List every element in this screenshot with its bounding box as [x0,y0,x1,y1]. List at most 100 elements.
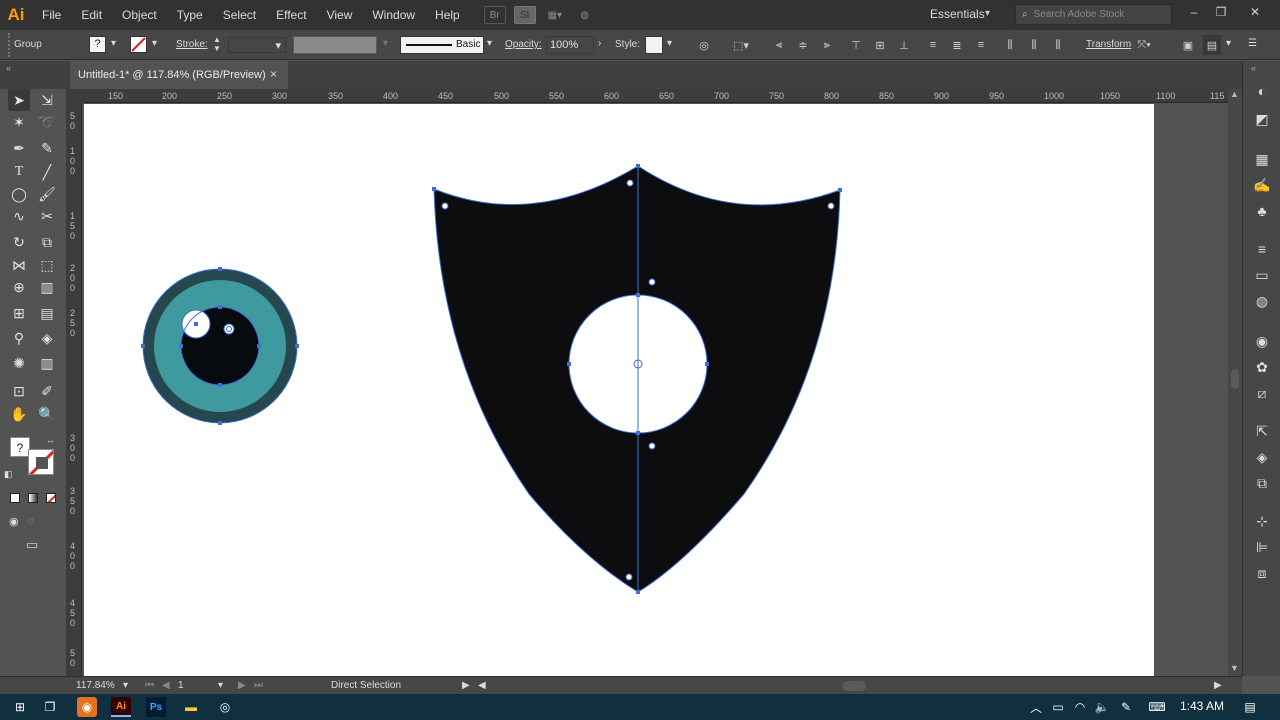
scissors-tool-icon[interactable]: ✂ [36,205,58,227]
chevron-down-icon[interactable]: ▾ [123,680,128,691]
color-panel-icon[interactable]: ◐ [1251,81,1273,101]
anchor-point[interactable] [705,362,709,366]
last-artboard-icon[interactable]: ⏭ [254,680,263,691]
anchor-point[interactable] [218,305,222,309]
pen-workspace-icon[interactable]: ✎ [1116,697,1136,717]
brush-definition[interactable]: Basic [400,36,484,54]
menu-edit[interactable]: Edit [71,0,112,30]
slice-tool-icon[interactable]: ✐ [36,380,58,402]
graphic-style-swatch[interactable] [645,36,663,54]
width-tool-icon[interactable]: ⋈ [8,254,30,276]
illustrator-taskbar-icon[interactable]: Ai [111,697,131,717]
status-menu-icon[interactable]: ▶ [462,680,470,691]
anchor-point[interactable] [567,362,571,366]
fill-swatch[interactable]: ? [89,36,106,53]
swatches-panel-icon[interactable]: ▦ [1251,149,1273,169]
align-bottom-icon[interactable]: ⊥ [896,38,912,52]
distribute-bottom-icon[interactable]: ≡ [973,38,989,52]
menu-object[interactable]: Object [112,0,167,30]
artboard[interactable] [84,104,1154,676]
close-icon[interactable]: × [270,67,277,81]
restore-icon[interactable]: ❐ [1211,5,1231,23]
color-guide-panel-icon[interactable]: ◩ [1251,109,1273,129]
anchor-point[interactable] [218,267,222,271]
stroke-swatch[interactable] [130,36,147,53]
graphic-styles-panel-icon[interactable]: ✿ [1251,357,1273,377]
minimize-icon[interactable]: – [1184,5,1204,23]
direct-selection-tool-icon[interactable]: ⇲ [36,89,58,111]
align-to-icon[interactable]: ⬚▾ [733,38,749,52]
default-colors-icon[interactable]: ◧ [4,469,13,480]
align-left-icon[interactable]: ⫷ [771,38,787,52]
scroll-left-icon[interactable]: ◀ [478,680,486,691]
menu-effect[interactable]: Effect [266,0,316,30]
chevron-right-icon[interactable]: › [598,38,601,49]
blend-tool-icon[interactable]: ◈ [36,327,58,349]
handle-point[interactable] [648,442,656,450]
firefox-icon[interactable]: ◉ [77,697,97,717]
stock-search-input[interactable]: ⌕ Search Adobe Stock [1015,4,1172,25]
scrollbar-thumb[interactable] [1231,369,1239,389]
anchor-point[interactable] [432,187,436,191]
zoom-tool-icon[interactable]: 🔍 [36,403,58,425]
expand-panels-icon[interactable]: « [1251,63,1256,73]
panel-menu-icon[interactable]: ▤ [1203,35,1221,55]
menu-type[interactable]: Type [167,0,213,30]
handle-point[interactable] [827,202,835,210]
gradient-tool-icon[interactable]: ▤ [36,302,58,324]
screen-mode-icon[interactable]: ▭ [26,537,38,553]
appearance-panel-icon[interactable]: ◉ [1251,331,1273,351]
export-panel-icon[interactable]: ⇱ [1251,421,1273,441]
curvature-tool-icon[interactable]: ✎ [36,137,58,159]
shield-shape[interactable] [434,166,840,592]
anchor-point[interactable] [838,188,842,192]
mesh-tool-icon[interactable]: ⊞ [8,302,30,324]
image-trace-panel-icon[interactable]: ⧄ [1251,383,1273,403]
anchor-point[interactable] [636,590,640,594]
transform-link[interactable]: Transform [1086,39,1131,50]
recolor-artwork-icon[interactable]: ◎ [696,38,712,52]
selection-tool-icon[interactable]: ➤ [8,89,30,111]
horizontal-scrollbar-thumb[interactable] [842,681,866,691]
anchor-point[interactable] [218,383,222,387]
chevron-down-icon[interactable]: ▾ [218,680,223,691]
taskbar-clock[interactable]: 1:43 AM [1180,699,1224,713]
draw-inside-icon[interactable]: ◌ [46,515,53,527]
fill-color-box[interactable]: ? [10,437,30,457]
next-artboard-icon[interactable]: ▶ [238,680,246,691]
document-tab[interactable]: Untitled-1* @ 117.84% (RGB/Preview) × [70,61,288,89]
vertical-ruler[interactable]: 5 0 1 0 0 1 5 0 2 0 0 2 5 0 3 0 0 3 5 0 … [66,103,82,676]
chevron-down-icon[interactable]: ▾ [487,38,492,49]
photoshop-taskbar-icon[interactable]: Ps [146,697,166,717]
handle-point[interactable] [441,202,449,210]
menu-file[interactable]: File [32,0,71,30]
eyedropper-tool-icon[interactable]: ⚲ [8,327,30,349]
network-icon[interactable]: ▭ [1048,697,1068,717]
scroll-up-icon[interactable]: ▲ [1230,89,1239,99]
align-panel-icon[interactable]: ⊫ [1251,537,1273,557]
scale-tool-icon[interactable]: ⧉ [36,231,58,253]
symbol-sprayer-tool-icon[interactable]: ✺ [8,352,30,374]
anchor-point[interactable] [636,164,640,168]
variable-width-profile[interactable] [293,36,377,54]
paintbrush-tool-icon[interactable]: 🖌 [36,183,58,205]
gradient-mode-icon[interactable] [28,493,38,503]
draw-normal-icon[interactable]: ◉ [9,515,19,528]
distribute-vertical-center-icon[interactable]: ≣ [949,38,965,52]
isolate-group-icon[interactable]: ▣ [1180,38,1196,52]
lasso-tool-icon[interactable]: ➰ [36,111,58,133]
swap-colors-icon[interactable]: ↔ [46,435,55,445]
pasteboard[interactable] [1154,104,1228,676]
artboards-panel-icon[interactable]: ⧉ [1251,473,1273,493]
rotate-tool-icon[interactable]: ↻ [8,231,30,253]
chevron-down-icon[interactable]: ▾ [1226,38,1231,49]
menu-help[interactable]: Help [425,0,470,30]
collapse-toolbar-icon[interactable]: « [6,63,11,73]
perspective-grid-tool-icon[interactable]: ▥ [36,276,58,298]
opacity-field[interactable]: 100% [546,36,594,54]
workspace-switcher[interactable]: Essentials [930,7,985,21]
shape-builder-tool-icon[interactable]: ⊕ [8,276,30,298]
align-right-icon[interactable]: ⫸ [819,38,835,52]
vertical-scrollbar[interactable]: ▲ ▼ [1228,89,1242,676]
horizontal-ruler[interactable]: 150 200 250 300 350 400 450 500 550 600 … [84,89,1228,103]
